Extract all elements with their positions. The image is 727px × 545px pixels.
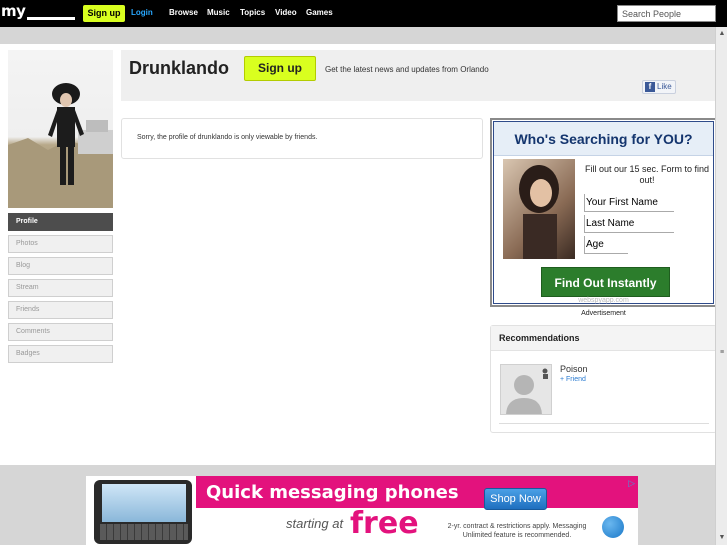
scrollbar[interactable]: ▲ ≡ ▼	[715, 27, 727, 545]
profile-name: Drunklando	[129, 58, 230, 78]
sidebar-item-stream[interactable]: Stream	[8, 279, 113, 297]
scroll-down-icon[interactable]: ▼	[717, 532, 727, 544]
ad-headline: Who's Searching for YOU?	[494, 122, 713, 156]
private-profile-notice: Sorry, the profile of drunklando is only…	[121, 118, 483, 159]
facebook-icon: f	[645, 82, 655, 92]
nav-music[interactable]: Music	[207, 8, 230, 17]
phone-keyboard	[100, 524, 188, 540]
profile-photo-image	[8, 83, 113, 208]
profile-photo[interactable]	[8, 50, 113, 208]
search-input[interactable]: Search People	[617, 5, 716, 22]
sidebar-item-comments[interactable]: Comments	[8, 323, 113, 341]
default-avatar-icon	[506, 368, 548, 414]
divider	[499, 423, 709, 424]
sidebar-item-blog[interactable]: Blog	[8, 257, 113, 275]
top-navigation-bar: my Sign up Login Browse Music Topics Vid…	[0, 0, 727, 27]
sidebar-item-photos[interactable]: Photos	[8, 235, 113, 253]
recommendation-name[interactable]: Poison	[560, 364, 588, 374]
avatar[interactable]	[500, 364, 552, 415]
bottom-ad-headline: Quick messaging phones	[206, 482, 459, 503]
recommendations-panel: Recommendations Poison + Friend	[490, 325, 717, 433]
adchoices-icon[interactable]: ▷	[628, 478, 635, 489]
scroll-grip-icon[interactable]: ≡	[717, 347, 727, 359]
site-logo[interactable]: my	[1, 2, 26, 20]
facebook-like-label: Like	[657, 82, 672, 91]
ad-terms: 2-yr. contract & restrictions apply. Mes…	[447, 523, 587, 539]
sidebar-item-profile[interactable]: Profile	[8, 213, 113, 231]
ad-photo-image	[519, 165, 559, 259]
sidebar-item-friends[interactable]: Friends	[8, 301, 113, 319]
find-out-button[interactable]: Find Out Instantly	[541, 267, 670, 297]
logo-underline	[27, 17, 75, 20]
nav-topics[interactable]: Topics	[240, 8, 265, 17]
age-field[interactable]: Age	[584, 236, 628, 254]
free-text: free	[350, 506, 419, 541]
ad-domain: webspyapp.com	[578, 297, 629, 304]
ad-text: Fill out our 15 sec. Form to find out!	[584, 164, 710, 185]
shop-now-button[interactable]: Shop Now	[484, 488, 547, 510]
dating-advertisement[interactable]: Who's Searching for YOU? Fill out our 15…	[490, 118, 717, 307]
last-name-field[interactable]: Last Name	[584, 215, 674, 233]
recommendations-title: Recommendations	[491, 326, 716, 351]
nav-browse[interactable]: Browse	[169, 8, 198, 17]
ad-frame: Who's Searching for YOU? Fill out our 15…	[493, 121, 714, 304]
nav-video[interactable]: Video	[275, 8, 297, 17]
scroll-up-icon[interactable]: ▲	[717, 28, 727, 40]
sidebar-item-badges[interactable]: Badges	[8, 345, 113, 363]
starting-at-text: starting at	[286, 516, 344, 531]
profile-signup-button[interactable]: Sign up	[244, 56, 316, 81]
login-link[interactable]: Login	[131, 8, 153, 17]
nav-games[interactable]: Games	[306, 8, 333, 17]
add-friend-link[interactable]: + Friend	[560, 376, 586, 383]
phone-screen	[102, 484, 186, 522]
profile-tagline: Get the latest news and updates from Orl…	[325, 65, 489, 74]
signup-button[interactable]: Sign up	[83, 5, 125, 22]
facebook-like-button[interactable]: f Like	[642, 80, 676, 94]
att-logo-icon	[602, 516, 624, 538]
page-gutter	[0, 27, 727, 44]
advertisement-label: Advertisement	[581, 310, 626, 317]
ad-photo	[503, 159, 575, 259]
profile-header: Drunklando Sign up Get the latest news a…	[121, 50, 718, 101]
phone-advertisement[interactable]: Quick messaging phones Shop Now starting…	[86, 476, 638, 545]
first-name-field[interactable]: Your First Name	[584, 194, 674, 212]
